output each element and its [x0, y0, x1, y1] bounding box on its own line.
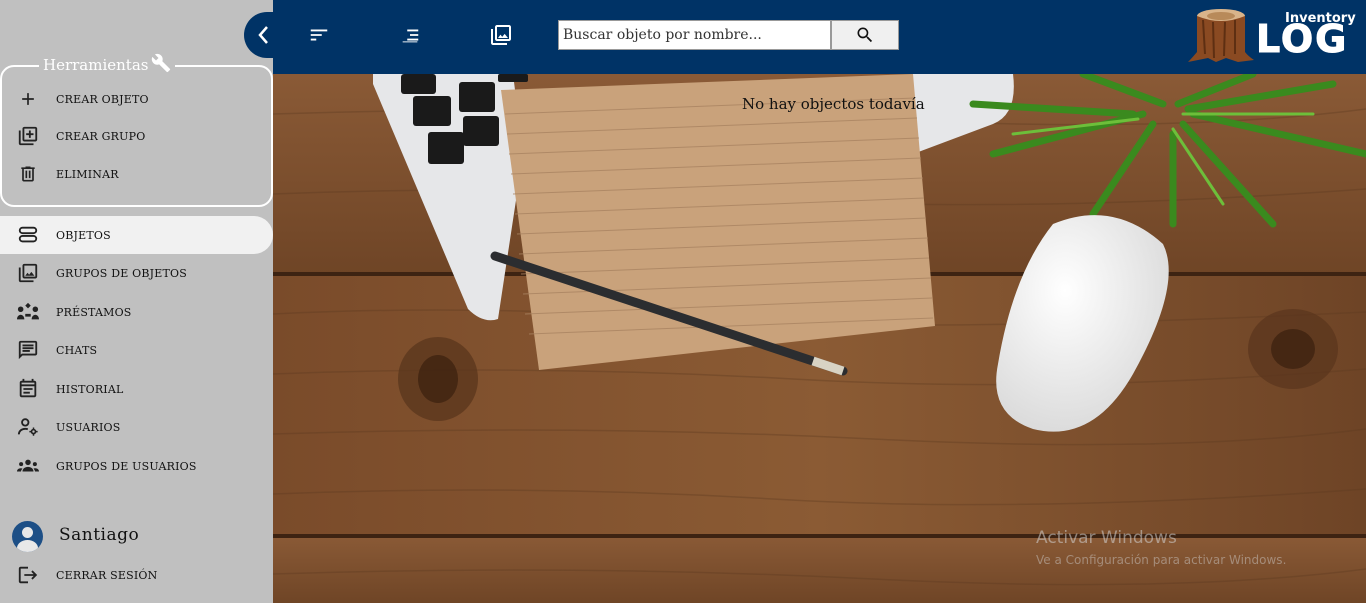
logo-text-big: LOG [1255, 17, 1349, 61]
nav-item-historial[interactable]: HISTORIAL [0, 371, 273, 407]
chat-icon [16, 338, 40, 362]
nav-label: GRUPOS DE USUARIOS [56, 459, 197, 473]
tools-legend-label: Herramientas [43, 56, 149, 74]
nav-item-prestamos[interactable]: PRÉSTAMOS [0, 294, 273, 330]
empty-state-message: No hay objectos todavía [742, 95, 925, 113]
calendar-icon [16, 377, 40, 401]
logout-button[interactable]: CERRAR SESIÓN [0, 557, 273, 593]
search-input[interactable] [558, 20, 831, 50]
wrench-icon [151, 53, 171, 77]
groups-icon [16, 454, 40, 478]
user-name: Santiago [59, 525, 140, 545]
search-button[interactable] [831, 20, 899, 50]
create-object-button[interactable]: CREAR OBJETO [0, 81, 273, 117]
photo-library-icon [491, 25, 511, 45]
delete-label: ELIMINAR [56, 167, 119, 181]
nav-item-grupos-usuarios[interactable]: GRUPOS DE USUARIOS [0, 448, 273, 484]
add-library-icon [16, 124, 40, 148]
app-logo: Inventory LOG [1188, 6, 1358, 66]
logout-label: CERRAR SESIÓN [56, 568, 158, 582]
desk-background [273, 74, 1366, 603]
user-profile[interactable]: Santiago [0, 516, 273, 556]
photo-library-icon [16, 261, 40, 285]
os-activation-watermark-subtitle: Ve a Configuración para activar Windows. [1036, 553, 1287, 567]
sort-icon [310, 29, 328, 41]
nav-item-chats[interactable]: CHATS [0, 332, 273, 368]
nav-label: GRUPOS DE OBJETOS [56, 266, 187, 280]
chevron-left-icon [258, 26, 268, 44]
nav-item-objetos[interactable]: OBJETOS [0, 216, 273, 254]
align-button[interactable] [397, 22, 423, 48]
nav-label: HISTORIAL [56, 382, 124, 396]
nav-label: CHATS [56, 343, 98, 357]
loans-icon [16, 300, 40, 324]
tools-legend: Herramientas [39, 52, 176, 78]
create-object-label: CREAR OBJETO [56, 92, 149, 106]
storage-icon [16, 223, 40, 247]
nav-label: PRÉSTAMOS [56, 305, 132, 319]
delete-button[interactable]: ELIMINAR [0, 156, 273, 192]
search-icon [857, 27, 873, 43]
collapse-sidebar-button[interactable] [244, 12, 284, 58]
os-activation-watermark: Activar Windows [1036, 528, 1177, 548]
avatar-icon [12, 521, 43, 552]
trash-icon [16, 162, 40, 186]
sidebar: Herramientas CREAR OBJETO CREAR GRUPO EL… [0, 0, 273, 603]
sort-descending-icon [402, 29, 419, 43]
sort-button[interactable] [306, 22, 332, 48]
nav-item-usuarios[interactable]: USUARIOS [0, 409, 273, 445]
nav-item-grupos-objetos[interactable]: GRUPOS DE OBJETOS [0, 255, 273, 291]
manage-accounts-icon [16, 415, 40, 439]
logout-icon [16, 563, 40, 587]
plus-icon [16, 87, 40, 111]
create-group-label: CREAR GRUPO [56, 129, 146, 143]
nav-label: USUARIOS [56, 420, 121, 434]
create-group-button[interactable]: CREAR GRUPO [0, 118, 273, 154]
tree-stump-icon [1188, 9, 1254, 62]
gallery-view-button[interactable] [488, 22, 514, 48]
nav-label: OBJETOS [56, 228, 111, 242]
main-content: No hay objectos todavía [273, 74, 1366, 603]
